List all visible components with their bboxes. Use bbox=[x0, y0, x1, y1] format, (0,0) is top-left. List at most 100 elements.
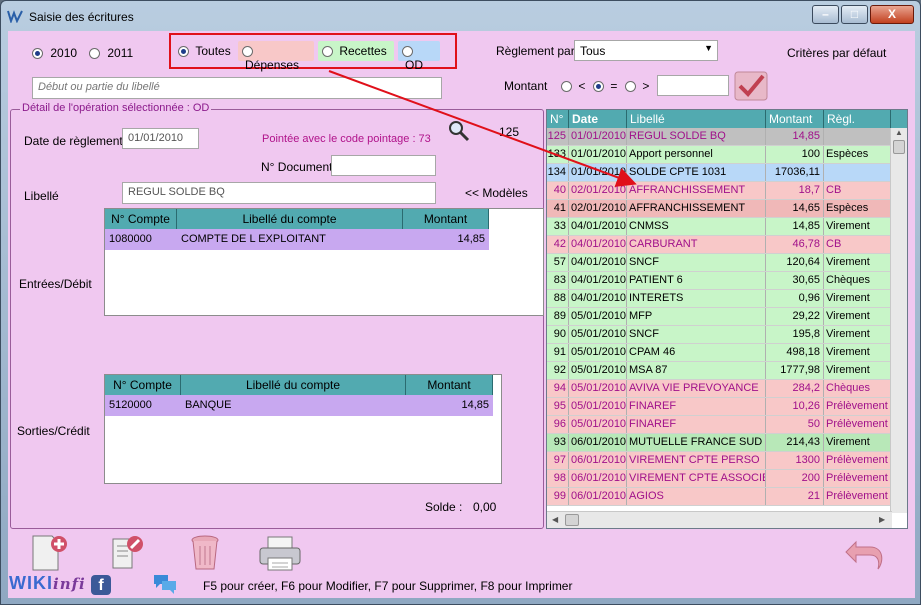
grid-cell-date: 05/01/2010 bbox=[569, 380, 627, 397]
grid-row[interactable]: 133 01/01/2010 Apport personnel 100 Espèces bbox=[547, 146, 907, 164]
libelle-search-input[interactable]: Début ou partie du libellé bbox=[32, 77, 442, 99]
title-bar[interactable]: Saisie des écritures – □ X bbox=[1, 1, 920, 31]
grid-row[interactable]: 94 05/01/2010 AVIVA VIE PREVOYANCE 284,2 Chè… bbox=[547, 380, 907, 398]
grid-col-libelle[interactable]: Libellé bbox=[627, 110, 766, 128]
type-income-option[interactable]: Recettes bbox=[318, 41, 394, 61]
wikiinfi-logo[interactable]: WIKIinfi bbox=[9, 573, 86, 594]
grid-row[interactable]: 92 05/01/2010 MSA 87 1777,98 Virement bbox=[547, 362, 907, 380]
grid-row[interactable]: 98 06/01/2010 VIREMENT CPTE ASSOCIE 200 Prél… bbox=[547, 470, 907, 488]
year-2011-option[interactable]: 2011 bbox=[89, 46, 133, 60]
grid-row[interactable]: 33 04/01/2010 CNMSS 14,85 Virement bbox=[547, 218, 907, 236]
montant-gt-radio[interactable] bbox=[625, 81, 636, 93]
grid-cell-number: 91 bbox=[547, 344, 569, 361]
grid-row[interactable]: 90 05/01/2010 SNCF 195,8 Virement bbox=[547, 326, 907, 344]
type-od-option[interactable]: OD bbox=[398, 41, 440, 72]
montant-eq-option[interactable]: = bbox=[593, 79, 617, 93]
reglement-select[interactable]: Tous ▼ bbox=[574, 40, 718, 61]
delete-button[interactable] bbox=[186, 534, 224, 572]
grid-cell-montant: 1300 bbox=[766, 452, 824, 469]
grid-horizontal-thumb[interactable] bbox=[565, 514, 579, 526]
libelle-input[interactable]: REGUL SOLDE BQ bbox=[122, 182, 436, 204]
year-2011-radio[interactable] bbox=[89, 48, 100, 60]
debit-col-montant[interactable]: Montant bbox=[403, 209, 489, 229]
detail-group: Détail de l'opération sélectionnée : OD … bbox=[10, 102, 544, 529]
type-expenses-radio[interactable] bbox=[242, 46, 253, 58]
scroll-left-icon[interactable]: ◀ bbox=[552, 515, 558, 524]
grid-cell-reglement: Espèces bbox=[824, 146, 891, 163]
grid-vertical-thumb[interactable] bbox=[893, 140, 905, 154]
montant-lt-option[interactable]: < bbox=[561, 79, 585, 93]
grid-row[interactable]: 125 01/01/2010 REGUL SOLDE BQ 14,85 bbox=[547, 128, 907, 146]
facebook-icon[interactable]: f bbox=[91, 575, 111, 595]
grid-vertical-scrollbar[interactable]: ▲ bbox=[890, 128, 907, 513]
grid-row[interactable]: 96 05/01/2010 FINAREF 50 Prélèvement bbox=[547, 416, 907, 434]
grid-cell-date: 04/01/2010 bbox=[569, 290, 627, 307]
montant-gt-option[interactable]: > bbox=[625, 79, 649, 93]
year-2010-radio[interactable] bbox=[32, 48, 43, 60]
grid-row[interactable]: 91 05/01/2010 CPAM 46 498,18 Virement bbox=[547, 344, 907, 362]
models-link[interactable]: << Modèles bbox=[465, 186, 528, 200]
grid-body: 125 01/01/2010 REGUL SOLDE BQ 14,85 133 01/01… bbox=[547, 128, 907, 506]
grid-cell-libelle: FINAREF bbox=[627, 416, 766, 433]
grid-cell-number: 92 bbox=[547, 362, 569, 379]
grid-col-reglement[interactable]: Règl. bbox=[824, 110, 891, 128]
grid-col-date[interactable]: Date bbox=[569, 110, 627, 128]
debit-col-libelle[interactable]: Libellé du compte bbox=[177, 209, 403, 229]
grid-row[interactable]: 89 05/01/2010 MFP 29,22 Virement bbox=[547, 308, 907, 326]
grid-cell-date: 06/01/2010 bbox=[569, 488, 627, 505]
credit-row[interactable]: 5120000 BANQUE 14,85 bbox=[105, 395, 493, 416]
grid-cell-number: 99 bbox=[547, 488, 569, 505]
grid-col-number[interactable]: N° bbox=[547, 110, 569, 128]
back-button[interactable] bbox=[842, 536, 890, 576]
credit-col-montant[interactable]: Montant bbox=[406, 375, 493, 395]
grid-row[interactable]: 93 06/01/2010 MUTUELLE FRANCE SUD 214,43 Vir… bbox=[547, 434, 907, 452]
search-icon[interactable] bbox=[448, 120, 470, 142]
create-button[interactable] bbox=[30, 534, 68, 572]
grid-cell-date: 04/01/2010 bbox=[569, 218, 627, 235]
grid-row[interactable]: 40 02/01/2010 AFFRANCHISSEMENT 18,7 CB bbox=[547, 182, 907, 200]
operations-grid[interactable]: N° Date Libellé Montant Règl. 125 01/01/2… bbox=[546, 109, 908, 529]
debit-table[interactable]: N° Compte Libellé du compte Montant 1080… bbox=[104, 208, 544, 316]
grid-cell-libelle: INTERETS bbox=[627, 290, 766, 307]
type-expenses-option[interactable]: Dépenses bbox=[238, 41, 314, 72]
validate-check-icon[interactable] bbox=[734, 71, 768, 101]
grid-row[interactable]: 42 04/01/2010 CARBURANT 46,78 CB bbox=[547, 236, 907, 254]
debit-col-compte[interactable]: N° Compte bbox=[105, 209, 177, 229]
grid-row[interactable]: 95 05/01/2010 FINAREF 10,26 Prélèvement bbox=[547, 398, 907, 416]
default-criteria-link[interactable]: Critères par défaut bbox=[787, 46, 886, 60]
grid-row[interactable]: 88 04/01/2010 INTERETS 0,96 Virement bbox=[547, 290, 907, 308]
year-2010-option[interactable]: 2010 bbox=[32, 46, 77, 60]
type-all-option[interactable]: Toutes bbox=[174, 41, 238, 61]
scroll-right-icon[interactable]: ▶ bbox=[879, 515, 885, 524]
edit-button[interactable] bbox=[108, 534, 146, 572]
montant-input[interactable] bbox=[657, 75, 729, 96]
type-income-radio[interactable] bbox=[322, 46, 333, 58]
scroll-up-icon[interactable]: ▲ bbox=[895, 128, 903, 137]
credit-col-libelle[interactable]: Libellé du compte bbox=[181, 375, 406, 395]
doc-input[interactable] bbox=[331, 155, 436, 176]
maximize-button[interactable]: □ bbox=[841, 5, 868, 24]
grid-cell-libelle: REGUL SOLDE BQ bbox=[627, 128, 766, 145]
grid-horizontal-scrollbar[interactable]: ◀ ▶ bbox=[547, 511, 892, 528]
credit-table[interactable]: N° Compte Libellé du compte Montant 5120… bbox=[104, 374, 502, 484]
chat-icon[interactable] bbox=[153, 573, 177, 595]
debit-row[interactable]: 1080000 COMPTE DE L EXPLOITANT 14,85 bbox=[105, 229, 489, 250]
credit-col-compte[interactable]: N° Compte bbox=[105, 375, 181, 395]
minimize-button[interactable]: – bbox=[812, 5, 839, 24]
montant-eq-radio[interactable] bbox=[593, 81, 604, 93]
grid-row[interactable]: 97 06/01/2010 VIREMENT CPTE PERSO 1300 Prélè… bbox=[547, 452, 907, 470]
grid-row[interactable]: 99 06/01/2010 AGIOS 21 Prélèvement bbox=[547, 488, 907, 506]
date-input[interactable]: 01/01/2010 bbox=[122, 128, 199, 149]
grid-row[interactable]: 83 04/01/2010 PATIENT 6 30,65 Chèques bbox=[547, 272, 907, 290]
type-od-radio[interactable] bbox=[402, 46, 413, 58]
grid-cell-montant: 200 bbox=[766, 470, 824, 487]
grid-cell-montant: 195,8 bbox=[766, 326, 824, 343]
grid-row[interactable]: 134 01/01/2010 SOLDE CPTE 1031 17036,11 bbox=[547, 164, 907, 182]
print-button[interactable] bbox=[258, 536, 302, 572]
montant-lt-radio[interactable] bbox=[561, 81, 572, 93]
close-button[interactable]: X bbox=[870, 5, 914, 24]
grid-col-montant[interactable]: Montant bbox=[766, 110, 824, 128]
grid-row[interactable]: 57 04/01/2010 SNCF 120,64 Virement bbox=[547, 254, 907, 272]
type-all-radio[interactable] bbox=[178, 46, 189, 58]
grid-row[interactable]: 41 02/01/2010 AFFRANCHISSEMENT 14,65 Espèces bbox=[547, 200, 907, 218]
